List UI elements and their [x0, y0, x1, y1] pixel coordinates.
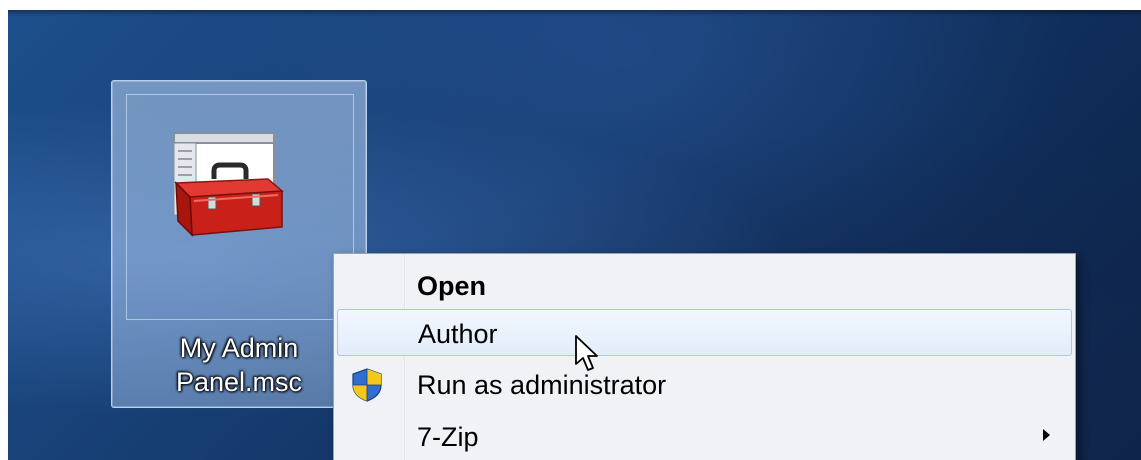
desktop-icon-my-admin-panel[interactable]: My Admin Panel.msc	[111, 80, 367, 408]
uac-shield-icon	[352, 368, 382, 402]
menu-item-run-as-administrator[interactable]: Run as administrator	[337, 361, 1072, 408]
menu-item-open[interactable]: Open	[337, 262, 1072, 309]
desktop: My Admin Panel.msc Open Author Run as ad…	[8, 10, 1141, 460]
menu-item-label: 7-Zip	[417, 422, 479, 452]
menu-item-label: Author	[418, 319, 498, 349]
menu-item-label: Open	[417, 271, 487, 301]
context-menu: Open Author Run as administrator 7-Zip	[333, 253, 1076, 460]
window-edge-shadow	[8, 10, 1141, 16]
mouse-pointer-icon	[575, 335, 598, 371]
menu-item-label: Run as administrator	[417, 370, 667, 400]
menu-item-7-zip[interactable]: 7-Zip	[337, 413, 1072, 460]
toolbox-msc-icon	[173, 132, 284, 237]
desktop-icon-label: My Admin Panel.msc	[175, 333, 303, 397]
submenu-arrow-icon	[1043, 429, 1050, 441]
menu-item-author[interactable]: Author	[337, 309, 1072, 356]
